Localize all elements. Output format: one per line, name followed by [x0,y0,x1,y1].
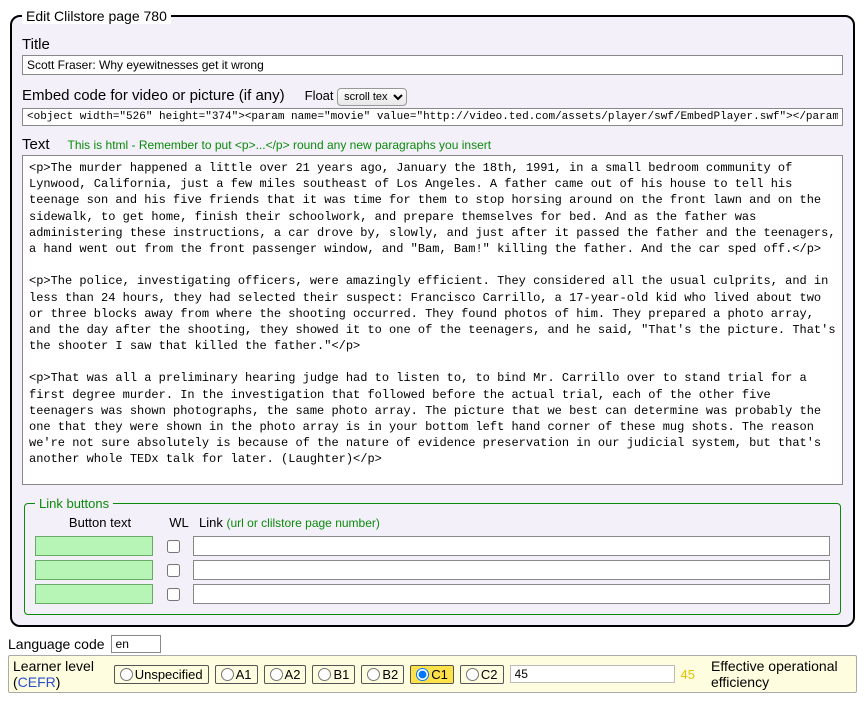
wl-checkbox[interactable] [167,588,180,601]
level-option-c1[interactable]: C1 [410,665,454,684]
wl-checkbox[interactable] [167,564,180,577]
float-select[interactable]: scroll tex [337,88,407,106]
link-header-link: Link (url or clilstore page number) [199,515,830,530]
link-header-wl: WL [167,515,191,530]
link-url-input[interactable] [193,584,830,604]
button-text-input[interactable] [35,536,153,556]
page-legend: Edit Clilstore page 780 [22,8,171,24]
body-textarea[interactable]: <p>The murder happened a little over 21 … [22,155,843,485]
link-header-button: Button text [41,515,159,530]
edit-page-fieldset: Edit Clilstore page 780 Title Embed code… [10,8,855,627]
text-hint: This is html - Remember to put <p>...</p… [68,138,492,152]
embed-code-input[interactable] [22,108,843,126]
level-option-b1[interactable]: B1 [312,665,355,684]
float-label: Float [305,88,334,103]
link-buttons-fieldset: Link buttons Button text WL Link (url or… [24,496,841,615]
language-label: Language code [8,636,105,652]
title-input[interactable] [22,55,843,75]
bottom-bar: Language code Learner level (CEFR) Unspe… [8,633,857,693]
wl-checkbox[interactable] [167,540,180,553]
level-value-mirror: 45 [681,667,699,682]
embed-label: Embed code for video or picture (if any) [22,87,285,104]
level-option-b2[interactable]: B2 [361,665,404,684]
link-url-input[interactable] [193,560,830,580]
level-description: Effective operational efficiency [705,658,852,690]
level-option-c2[interactable]: C2 [460,665,504,684]
link-row [35,534,830,558]
text-label: Text [22,136,50,153]
level-option-a2[interactable]: A2 [264,665,307,684]
link-row [35,558,830,582]
button-text-input[interactable] [35,584,153,604]
level-row: Learner level (CEFR) Unspecified A1 A2 B… [8,655,857,693]
link-buttons-legend: Link buttons [35,496,113,511]
language-input[interactable] [111,635,161,653]
button-text-input[interactable] [35,560,153,580]
level-label: Learner level (CEFR) [13,658,108,690]
link-url-input[interactable] [193,536,830,556]
cefr-link[interactable]: CEFR [18,674,56,690]
level-option-unspecified[interactable]: Unspecified [114,665,209,684]
level-option-a1[interactable]: A1 [215,665,258,684]
title-label: Title [22,36,843,53]
link-row [35,582,830,606]
level-value-input[interactable] [510,665,675,683]
